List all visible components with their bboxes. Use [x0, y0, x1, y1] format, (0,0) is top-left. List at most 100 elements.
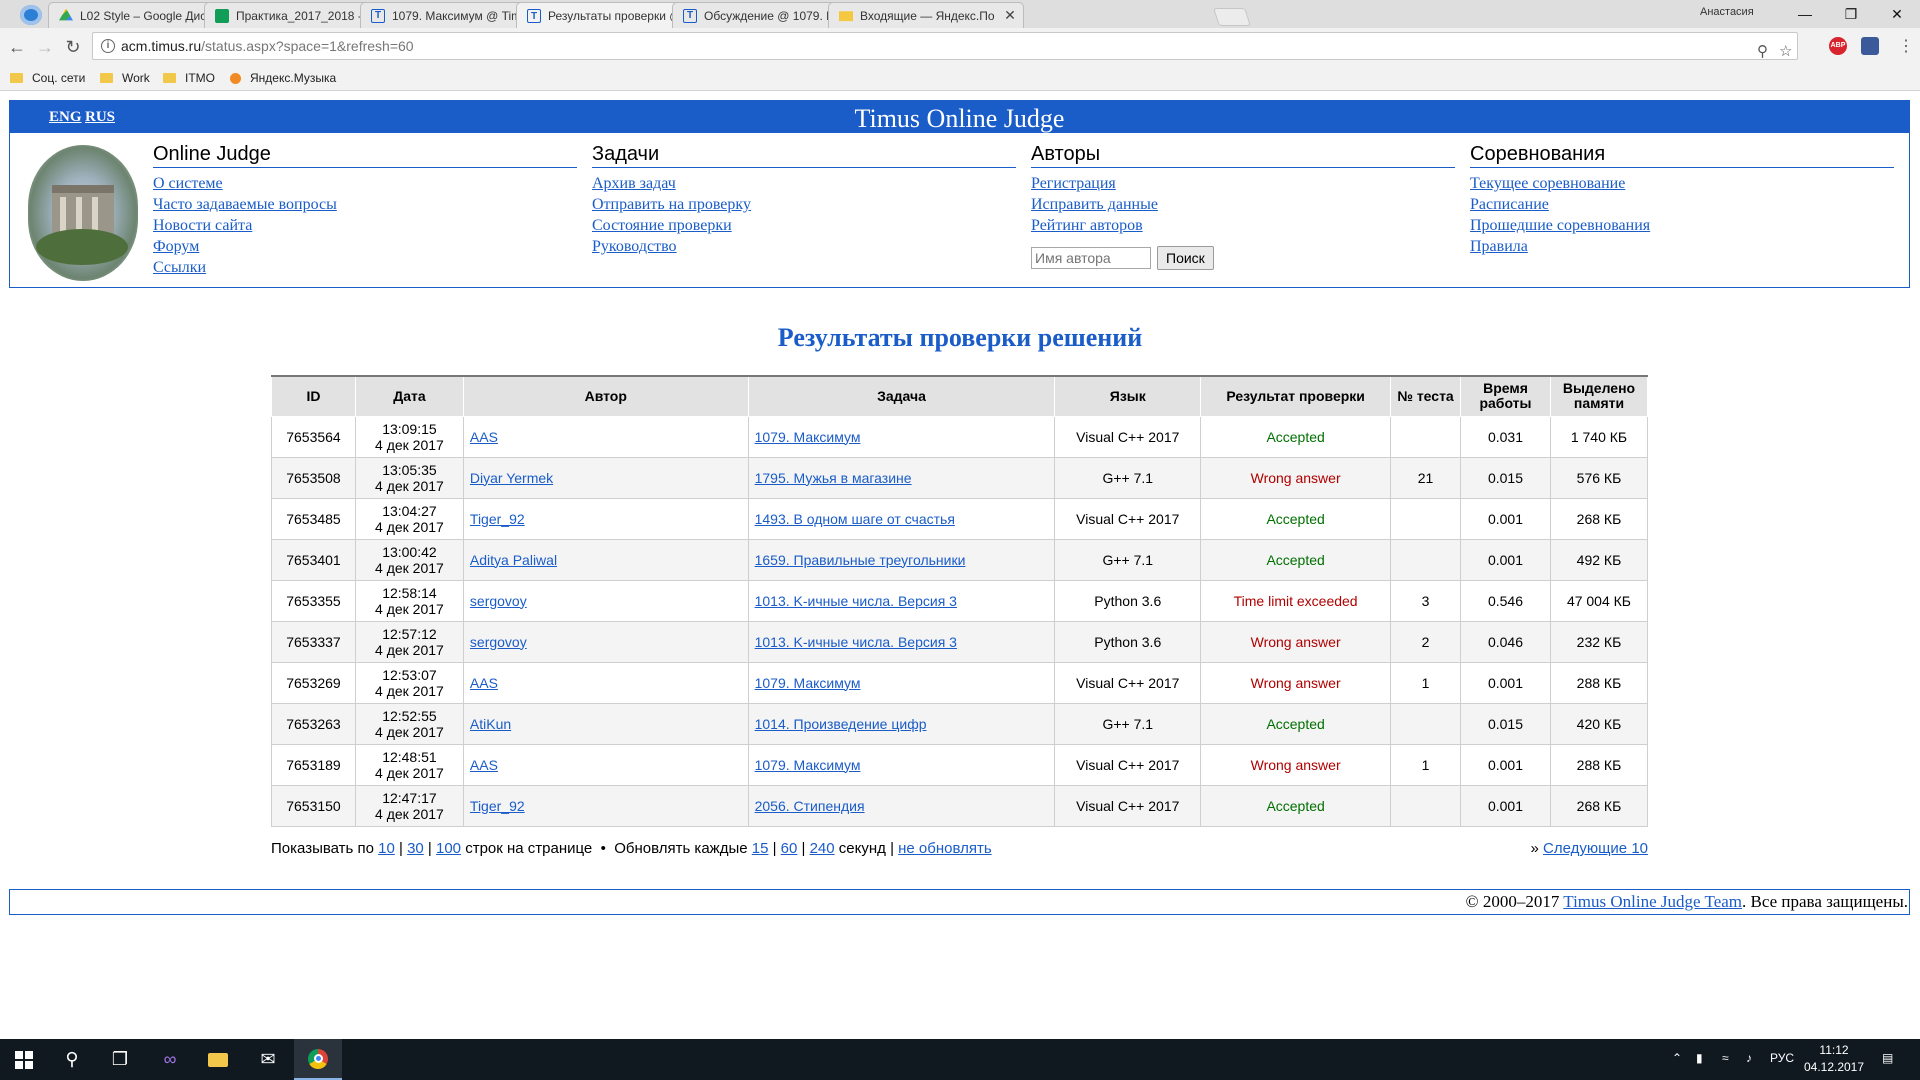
problem-link[interactable]: 2056. Стипендия: [755, 798, 865, 814]
adblock-plus-icon[interactable]: ABP: [1829, 37, 1847, 55]
volume-icon[interactable]: ♪: [1746, 1051, 1752, 1065]
table-header-row: ID Дата Автор Задача Язык Результат проверки №…: [271, 375, 1649, 417]
problem-link[interactable]: 1013. K-ичные числа. Версия 3: [755, 634, 957, 650]
chrome-menu-icon[interactable]: ⋮: [1898, 36, 1914, 56]
submission-date: 12:52:55 4 дек 2017: [354, 702, 464, 745]
author-link[interactable]: sergovoy: [470, 634, 527, 650]
task-view-icon[interactable]: ❐: [96, 1039, 144, 1080]
menu-link[interactable]: Новости сайта: [153, 215, 577, 236]
problem-link[interactable]: 1795. Мужья в магазине: [755, 470, 912, 486]
menu-link[interactable]: Руководство: [592, 236, 1016, 257]
bookmark-yandex-music[interactable]: Яндекс.Музыка: [230, 71, 336, 85]
battery-icon[interactable]: ▮: [1696, 1051, 1703, 1065]
bookmark-work[interactable]: Work: [100, 71, 150, 85]
zoom-icon[interactable]: ⚲: [1757, 39, 1768, 65]
refresh-60-link[interactable]: 60: [781, 840, 798, 857]
tab-title: L02 Style – Google Диск: [80, 8, 212, 23]
menu-link[interactable]: Архив задач: [592, 173, 1016, 194]
author-cell: Tiger_92: [462, 784, 749, 827]
refresh-15-link[interactable]: 15: [752, 840, 769, 857]
author-link[interactable]: sergovoy: [470, 593, 527, 609]
notifications-icon[interactable]: ▤: [1882, 1051, 1893, 1065]
extension-icon[interactable]: [1861, 37, 1879, 55]
team-link[interactable]: Timus Online Judge Team: [1563, 892, 1742, 911]
close-window-icon[interactable]: ✕: [1874, 2, 1920, 26]
restore-icon[interactable]: ❐: [1828, 2, 1874, 26]
author-search-input[interactable]: [1031, 247, 1151, 269]
refresh-240-link[interactable]: 240: [810, 840, 835, 857]
test-number: 2: [1390, 620, 1461, 663]
author-link[interactable]: AtiKun: [470, 716, 511, 732]
reload-icon[interactable]: ↻: [62, 36, 84, 58]
author-search-button[interactable]: Поиск: [1157, 246, 1214, 270]
new-tab-button[interactable]: [1213, 8, 1251, 26]
page-size-100-link[interactable]: 100: [436, 840, 461, 857]
menu-link[interactable]: Состояние проверки: [592, 215, 1016, 236]
taskbar-clock[interactable]: 11:12 04.12.2017: [1796, 1042, 1872, 1076]
browser-tab-strip: L02 Style – Google Диск ✕ Практика_2017_20…: [0, 0, 1920, 29]
submission-id: 7653355: [271, 579, 356, 622]
menu-link[interactable]: Исправить данные: [1031, 194, 1455, 215]
menu-link[interactable]: Правила: [1470, 236, 1894, 257]
file-explorer-icon[interactable]: [194, 1039, 242, 1080]
windows-start-icon[interactable]: [0, 1039, 48, 1080]
tab-title: 1079. Максимум @ Tim: [392, 8, 522, 23]
runtime: 0.015: [1460, 702, 1551, 745]
menu-link[interactable]: Отправить на проверку: [592, 194, 1016, 215]
wifi-icon[interactable]: ≈: [1722, 1051, 1729, 1065]
mail-icon[interactable]: ✉: [244, 1039, 292, 1080]
address-bar[interactable]: i acm.timus.ru/status.aspx?space=1&refre…: [92, 32, 1798, 60]
chrome-icon[interactable]: [294, 1039, 342, 1080]
site-info-icon[interactable]: i: [101, 39, 115, 53]
bookmark-star-icon[interactable]: ☆: [1779, 39, 1792, 65]
memory: 268 КБ: [1549, 784, 1649, 827]
author-link[interactable]: Tiger_92: [470, 798, 525, 814]
page-size-10-link[interactable]: 10: [378, 840, 395, 857]
no-refresh-link[interactable]: не обновлять: [898, 840, 992, 857]
menu-link[interactable]: Регистрация: [1031, 173, 1455, 194]
problem-link[interactable]: 1079. Максимум: [755, 675, 861, 691]
back-arrow-icon[interactable]: ←: [6, 36, 28, 58]
tray-chevron-icon[interactable]: ⌃: [1672, 1051, 1682, 1065]
problem-link[interactable]: 1659. Правильные треугольники: [755, 552, 966, 568]
page-size-30-link[interactable]: 30: [407, 840, 424, 857]
forward-arrow-icon[interactable]: →: [34, 36, 56, 58]
problem-link[interactable]: 1079. Максимум: [755, 429, 861, 445]
author-link[interactable]: Aditya Paliwal: [470, 552, 557, 568]
chrome-profile-icon[interactable]: [20, 5, 42, 25]
browser-tab[interactable]: Входящие — Яндекс.По ✕: [828, 2, 1024, 28]
author-link[interactable]: Tiger_92: [470, 511, 525, 527]
search-icon[interactable]: ⚲: [48, 1039, 96, 1080]
bookmark-soc-seti[interactable]: Соц. сети: [10, 71, 85, 85]
tab-title: Практика_2017_2018 - G: [236, 8, 375, 23]
problem-link[interactable]: 1493. В одном шаге от счастья: [755, 511, 955, 527]
author-link[interactable]: AAS: [470, 429, 498, 445]
author-search: Поиск: [1031, 246, 1455, 270]
visual-studio-icon[interactable]: ∞: [146, 1039, 194, 1080]
author-cell: Aditya Paliwal: [462, 538, 749, 581]
problem-link[interactable]: 1013. K-ичные числа. Версия 3: [755, 593, 957, 609]
author-link[interactable]: AAS: [470, 757, 498, 773]
bookmark-itmo[interactable]: ITMO: [163, 71, 215, 85]
input-language[interactable]: РУС: [1770, 1051, 1794, 1065]
minimize-icon[interactable]: —: [1782, 2, 1828, 26]
yandex-mail-icon: [839, 11, 853, 22]
problem-cell: 1079. Максимум: [747, 415, 1056, 458]
tab-close-icon[interactable]: ✕: [1001, 7, 1019, 24]
menu-link[interactable]: Рейтинг авторов: [1031, 215, 1455, 236]
author-link[interactable]: Diyar Yermek: [470, 470, 553, 486]
menu-link[interactable]: Прошедшие соревнования: [1470, 215, 1894, 236]
menu-link[interactable]: Ссылки: [153, 257, 577, 278]
author-link[interactable]: AAS: [470, 675, 498, 691]
problem-link[interactable]: 1014. Произведение цифр: [755, 716, 927, 732]
menu-link[interactable]: Часто задаваемые вопросы: [153, 194, 577, 215]
menu-link[interactable]: О системе: [153, 173, 577, 194]
next-10-link[interactable]: Следующие 10: [1543, 840, 1648, 857]
menu-link[interactable]: Форум: [153, 236, 577, 257]
verdict: Accepted: [1200, 497, 1392, 540]
menu-link[interactable]: Текущее соревнование: [1470, 173, 1894, 194]
menu-link[interactable]: Расписание: [1470, 194, 1894, 215]
problem-link[interactable]: 1079. Максимум: [755, 757, 861, 773]
language: Python 3.6: [1054, 579, 1202, 622]
profile-name[interactable]: Анастасия: [1700, 6, 1754, 18]
